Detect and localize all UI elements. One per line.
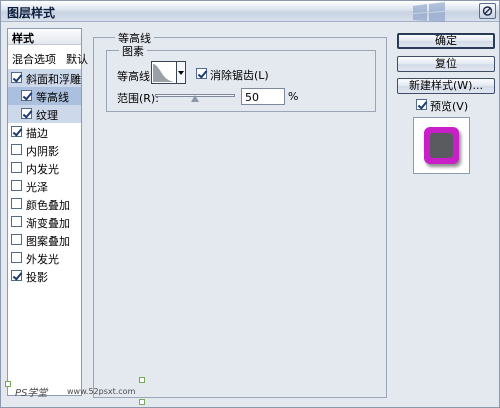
watermark-url: www.52psxt.com xyxy=(67,387,136,396)
windows-logo-icon xyxy=(413,2,445,22)
watermark-corner xyxy=(5,381,11,387)
watermark-text: PS学堂 xyxy=(15,388,48,399)
style-item-color-overlay[interactable]: 颜色叠加 xyxy=(8,195,81,213)
style-item-drop-shadow[interactable]: 投影 xyxy=(8,267,81,285)
layer-style-dialog: 图层样式 样式 混合选项 默认 斜面和浮雕 等高线 纹理 描边 内阴影 内发光 … xyxy=(0,0,500,408)
checkbox-texture[interactable] xyxy=(21,108,32,119)
checkbox-gradient-overlay[interactable] xyxy=(11,216,22,227)
title-bar: 图层样式 xyxy=(1,1,499,22)
blending-options-item[interactable]: 混合选项 默认 xyxy=(8,49,88,67)
style-item-contour[interactable]: 等高线 xyxy=(8,87,81,105)
close-icon xyxy=(482,6,493,16)
new-style-button[interactable]: 新建样式(W)... xyxy=(397,78,495,94)
checkbox-inner-shadow[interactable] xyxy=(11,144,22,155)
watermark-corner xyxy=(139,399,145,405)
style-item-inner-glow[interactable]: 内发光 xyxy=(8,159,81,177)
style-item-label: 内阴影 xyxy=(26,145,59,158)
ok-button[interactable]: 确定 xyxy=(397,33,495,49)
range-label: 范围(R): xyxy=(117,92,159,105)
antialias-label[interactable]: 消除锯齿(L) xyxy=(210,67,269,83)
style-item-label: 颜色叠加 xyxy=(26,199,70,212)
style-item-label: 斜面和浮雕 xyxy=(26,73,81,86)
checkbox-inner-glow[interactable] xyxy=(11,162,22,173)
checkbox-bevel-emboss[interactable] xyxy=(11,72,22,83)
contour-dropdown-button[interactable] xyxy=(177,61,186,84)
style-item-pattern-overlay[interactable]: 图案叠加 xyxy=(8,231,81,249)
checkbox-color-overlay[interactable] xyxy=(11,198,22,209)
contour-curve-icon xyxy=(153,64,175,82)
blending-default-label: 默认 xyxy=(66,53,88,66)
preview-frame-inner xyxy=(430,133,453,158)
checkbox-satin[interactable] xyxy=(11,180,22,191)
style-item-gradient-overlay[interactable]: 渐变叠加 xyxy=(8,213,81,231)
checkbox-outer-glow[interactable] xyxy=(11,252,22,263)
preview-label[interactable]: 预览(V) xyxy=(430,98,468,114)
preview-checkbox[interactable] xyxy=(416,99,427,110)
preview-frame-outer xyxy=(424,127,459,164)
checkbox-drop-shadow[interactable] xyxy=(11,270,22,281)
style-item-texture[interactable]: 纹理 xyxy=(8,105,81,123)
checkbox-pattern-overlay[interactable] xyxy=(11,234,22,245)
style-item-satin[interactable]: 光泽 xyxy=(8,177,81,195)
blending-options-label: 混合选项 xyxy=(12,53,56,66)
style-item-outer-glow[interactable]: 外发光 xyxy=(8,249,81,267)
range-unit: % xyxy=(288,90,299,103)
style-item-bevel-emboss[interactable]: 斜面和浮雕 xyxy=(8,69,81,87)
checkbox-stroke[interactable] xyxy=(11,126,22,137)
style-item-label: 纹理 xyxy=(36,109,58,122)
style-item-label: 渐变叠加 xyxy=(26,217,70,230)
range-input[interactable] xyxy=(241,88,285,105)
range-slider-thumb[interactable] xyxy=(191,95,199,102)
style-item-label: 图案叠加 xyxy=(26,235,70,248)
style-item-label: 内发光 xyxy=(26,163,59,176)
chevron-down-icon xyxy=(178,71,184,75)
contour-picker[interactable] xyxy=(151,61,177,84)
style-item-label: 等高线 xyxy=(36,91,69,104)
antialias-checkbox[interactable] xyxy=(196,68,207,79)
style-item-label: 光泽 xyxy=(26,181,48,194)
styles-list: 样式 混合选项 默认 斜面和浮雕 等高线 纹理 描边 内阴影 内发光 光泽 颜色… xyxy=(7,28,88,396)
dialog-title: 图层样式 xyxy=(7,6,56,20)
watermark-corner xyxy=(139,377,145,383)
group-title: 图素 xyxy=(119,43,147,59)
reset-button[interactable]: 复位 xyxy=(397,56,495,72)
checkbox-contour[interactable] xyxy=(21,90,32,101)
style-item-label: 描边 xyxy=(26,127,48,140)
close-button[interactable] xyxy=(479,3,496,19)
style-item-stroke[interactable]: 描边 xyxy=(8,123,81,141)
contour-label: 等高线: xyxy=(117,70,154,83)
style-preview xyxy=(413,117,470,174)
style-item-inner-shadow[interactable]: 内阴影 xyxy=(8,141,81,159)
style-item-label: 外发光 xyxy=(26,253,59,266)
styles-header: 样式 xyxy=(8,29,81,45)
style-item-label: 投影 xyxy=(26,271,48,284)
